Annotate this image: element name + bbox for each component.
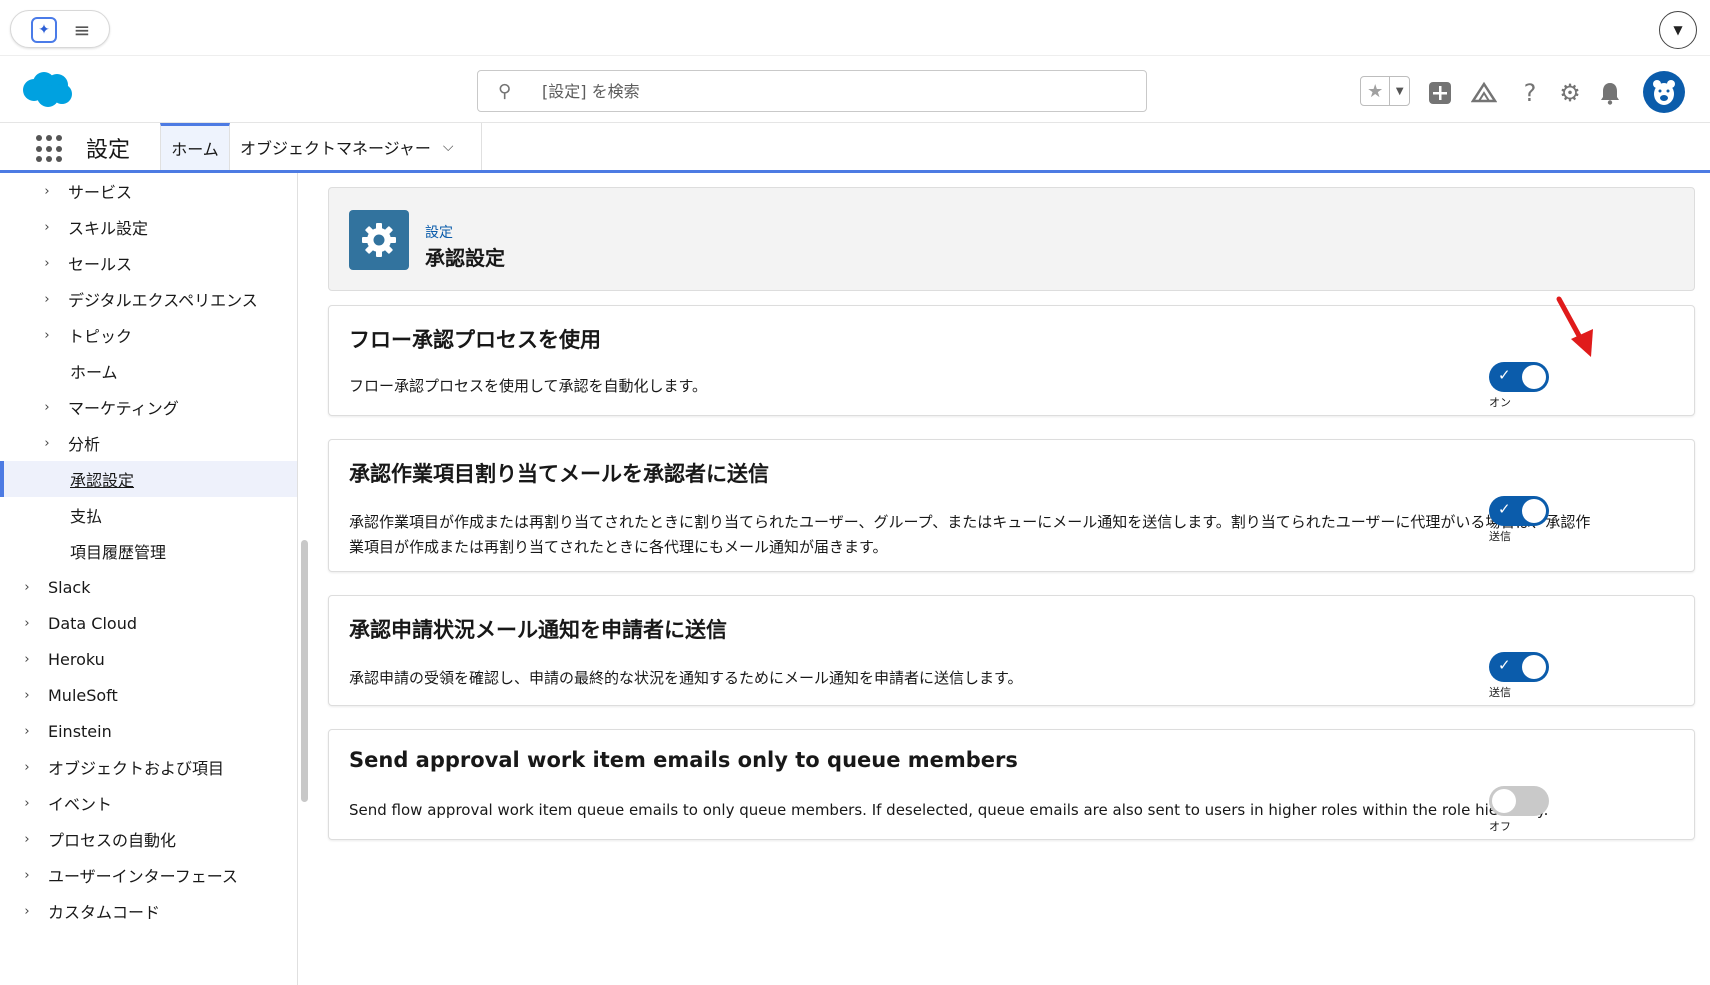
setting-card-approver-email: 承認作業項目割り当てメールを承認者に送信 承認作業項目が作成または再割り当てされ…	[328, 439, 1695, 572]
setting-title: 承認申請状況メール通知を申請者に送信	[349, 618, 727, 642]
help-icon[interactable]: ?	[1515, 78, 1545, 108]
checkmark-icon: ✓	[1498, 500, 1511, 518]
setting-toggle[interactable]: ✓	[1489, 496, 1549, 526]
app-launcher-icon[interactable]	[36, 135, 64, 163]
setup-gear-icon	[349, 210, 409, 270]
setting-card-flow-approval: フロー承認プロセスを使用 フロー承認プロセスを使用して承認を自動化します。 ✓ …	[328, 305, 1695, 416]
sidebar-item[interactable]: › トピック	[0, 317, 297, 353]
chevron-right-icon[interactable]: ›	[20, 688, 34, 703]
annotation-arrow-icon	[1556, 296, 1593, 357]
chevron-right-icon[interactable]: ›	[20, 832, 34, 847]
page-header: 設定 承認設定	[328, 187, 1695, 291]
checkmark-icon: ✓	[1498, 656, 1511, 674]
chevron-right-icon[interactable]: ›	[40, 328, 54, 343]
chevron-right-icon[interactable]: ›	[20, 796, 34, 811]
spark-icon[interactable]: ✦	[31, 17, 57, 43]
chevron-right-icon[interactable]: ›	[20, 616, 34, 631]
hamburger-menu-icon[interactable]: ≡	[69, 17, 95, 43]
setting-toggle[interactable]: ✓	[1489, 362, 1549, 392]
sidebar-item[interactable]: 項目履歴管理	[0, 533, 297, 569]
setting-description: フロー承認プロセスを使用して承認を自動化します。	[349, 377, 708, 395]
setting-card-queue-members: Send approval work item emails only to q…	[328, 729, 1695, 840]
star-icon[interactable]: ★	[1361, 77, 1391, 105]
chevron-right-icon[interactable]: ›	[20, 868, 34, 883]
tab-object-manager-label: オブジェクトマネージャー	[240, 138, 431, 158]
chevron-right-icon[interactable]: ›	[40, 436, 54, 451]
toggle-state-label: オン	[1489, 396, 1511, 409]
checkmark-icon: ✓	[1498, 366, 1511, 384]
chevron-right-icon[interactable]: ›	[20, 760, 34, 775]
toggle-knob	[1522, 365, 1546, 389]
chevron-right-icon[interactable]: ›	[40, 220, 54, 235]
toggle-state-label: 送信	[1489, 530, 1511, 543]
sidebar-item[interactable]: › デジタルエクスペリエンス	[0, 281, 297, 317]
sidebar-item[interactable]: › ユーザーインターフェース	[0, 857, 297, 893]
user-avatar[interactable]	[1643, 71, 1685, 113]
sidebar-item[interactable]: › イベント	[0, 785, 297, 821]
sidebar-item[interactable]: › サービス	[0, 173, 297, 209]
sidebar-item[interactable]: › カスタムコード	[0, 893, 297, 929]
toggle-knob	[1522, 499, 1546, 523]
tab-object-manager[interactable]: オブジェクトマネージャー ⌵	[230, 123, 482, 170]
chevron-right-icon[interactable]: ›	[20, 652, 34, 667]
notification-bell-icon[interactable]	[1595, 78, 1625, 108]
caret-down-icon[interactable]: ▼	[1390, 77, 1409, 105]
favorites-control[interactable]: ★ ▼	[1360, 76, 1410, 106]
sidebar-item[interactable]: › プロセスの自動化	[0, 821, 297, 857]
browser-toolbar: ✦ ≡ ▼	[0, 0, 1710, 56]
setting-description: Send flow approval work item queue email…	[349, 801, 1549, 819]
chevron-right-icon[interactable]: ›	[40, 184, 54, 199]
setting-title: Send approval work item emails only to q…	[349, 748, 1018, 772]
chevron-right-icon[interactable]: ›	[20, 580, 34, 595]
sidebar-scrollbar[interactable]	[301, 540, 308, 802]
trailhead-icon[interactable]	[1469, 78, 1499, 108]
app-name: 設定	[86, 138, 131, 163]
chevron-right-icon[interactable]: ›	[20, 904, 34, 919]
setup-search-box[interactable]: ⚲	[477, 70, 1147, 112]
toggle-state-label: オフ	[1489, 820, 1511, 833]
global-header: ⚲ ★ ▼ ? ⚙	[0, 56, 1710, 123]
setting-description: 承認作業項目が作成または再割り当てされたときに割り当てられたユーザー、グループ、…	[349, 513, 1591, 556]
toggle-knob	[1522, 655, 1546, 679]
setting-toggle[interactable]: ✓	[1489, 652, 1549, 682]
sidebar-item-active[interactable]: 承認設定	[0, 461, 297, 497]
toggle-knob	[1492, 789, 1516, 813]
setting-toggle[interactable]	[1489, 786, 1549, 816]
chevron-down-icon[interactable]: ⌵	[443, 139, 454, 155]
setting-card-requester-email: 承認申請状況メール通知を申請者に送信 承認申請の受領を確認し、申請の最終的な状況…	[328, 595, 1695, 706]
toggle-state-label: 送信	[1489, 686, 1511, 699]
breadcrumb[interactable]: 設定	[425, 222, 453, 242]
main-content: 設定 承認設定 フロー承認プロセスを使用 フロー承認プロセスを使用して承認を自動…	[313, 173, 1710, 985]
sidebar-item[interactable]: › マーケティング	[0, 389, 297, 425]
page-title: 承認設定	[425, 246, 505, 270]
setup-gear-icon[interactable]: ⚙	[1555, 78, 1585, 108]
sidebar-item[interactable]: › スキル設定	[0, 209, 297, 245]
salesforce-cloud-logo[interactable]	[20, 70, 74, 108]
global-actions-add-icon[interactable]	[1425, 78, 1455, 108]
sidebar-item[interactable]: ホーム	[0, 353, 297, 389]
chevron-right-icon[interactable]: ›	[40, 292, 54, 307]
search-input[interactable]	[542, 71, 1132, 111]
sidebar-item[interactable]: › セールス	[0, 245, 297, 281]
setting-title: 承認作業項目割り当てメールを承認者に送信	[349, 462, 769, 486]
sidebar-item[interactable]: › Data Cloud	[0, 605, 297, 641]
setting-title: フロー承認プロセスを使用	[349, 328, 601, 352]
sidebar-item[interactable]: › 分析	[0, 425, 297, 461]
sidebar-item[interactable]: › Slack	[0, 569, 297, 605]
tab-home[interactable]: ホーム	[160, 123, 230, 170]
browser-extension-pill[interactable]: ✦ ≡	[10, 10, 110, 48]
sidebar-item[interactable]: › オブジェクトおよび項目	[0, 749, 297, 785]
setup-tree-sidebar: › サービス › スキル設定 › セールス › デジタルエクスペリエンス › トピック ホ…	[0, 173, 298, 985]
app-navigation-bar: 設定 ホーム オブジェクトマネージャー ⌵	[0, 123, 1710, 173]
search-icon: ⚲	[498, 81, 512, 102]
sidebar-item[interactable]: 支払	[0, 497, 297, 533]
chevron-right-icon[interactable]: ›	[40, 256, 54, 271]
chevron-right-icon[interactable]: ›	[20, 724, 34, 739]
chevron-right-icon[interactable]: ›	[40, 400, 54, 415]
sidebar-item[interactable]: › MuleSoft	[0, 677, 297, 713]
sidebar-item[interactable]: › Heroku	[0, 641, 297, 677]
sidebar-item[interactable]: › Einstein	[0, 713, 297, 749]
setting-description: 承認申請の受領を確認し、申請の最終的な状況を通知するためにメール通知を申請者に送…	[349, 669, 1023, 687]
chevron-down-icon[interactable]: ▼	[1659, 11, 1697, 49]
